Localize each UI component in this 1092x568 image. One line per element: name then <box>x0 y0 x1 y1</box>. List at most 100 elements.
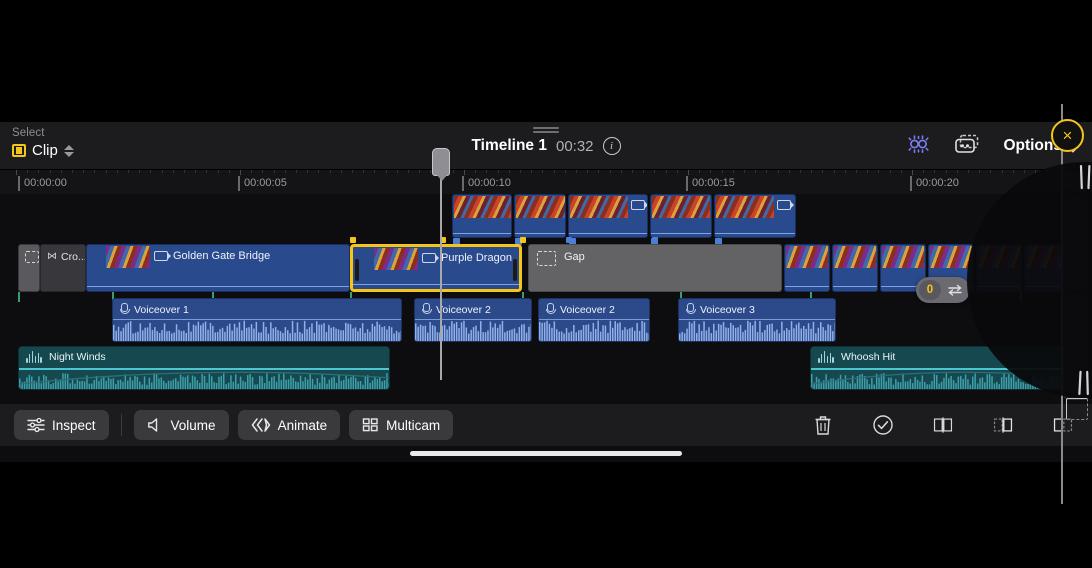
video-camera-icon <box>422 253 436 263</box>
storyline-clip[interactable] <box>976 244 1022 292</box>
swap-arrows-icon[interactable] <box>943 283 967 297</box>
storyline-clip[interactable]: Golden Gate Bridge <box>86 244 350 292</box>
dial-close-button[interactable]: × <box>1051 119 1084 152</box>
clip-audio-line <box>715 233 795 235</box>
storyline-clip-selected[interactable]: Purple Dragon <box>350 244 522 292</box>
connected-clip[interactable]: F <box>714 194 796 238</box>
home-indicator[interactable] <box>410 451 682 456</box>
music-clip[interactable]: Night Winds <box>18 346 390 390</box>
toolbar-button-volume[interactable]: Volume <box>134 410 229 440</box>
toolbar-button-multicam[interactable]: Multicam <box>349 410 453 440</box>
storyline-clip-label: Purple Dragon <box>441 252 512 264</box>
toolbar-button-inspect[interactable]: Inspect <box>14 410 109 440</box>
music-label: Whoosh Hit <box>841 351 895 363</box>
info-icon[interactable]: i <box>603 137 621 155</box>
bottom-toolbar: Inspect Volume Animate Multicam <box>0 404 1092 446</box>
connected-clip[interactable] <box>452 194 512 238</box>
storyline-clip[interactable] <box>832 244 878 292</box>
voiceover-label: Voiceover 2 <box>436 304 491 316</box>
clip-thumbnail <box>786 246 828 268</box>
trim-end-icon[interactable] <box>992 414 1014 436</box>
audio-waveform <box>539 320 649 341</box>
crop-corner-icon[interactable] <box>1066 398 1088 420</box>
voiceover-clip[interactable]: Voiceover 2 <box>414 298 532 342</box>
animate-chevrons-icon <box>251 417 271 433</box>
toolbar-button-label: Multicam <box>386 418 440 433</box>
transition-icon: ⋈ <box>47 251 57 263</box>
storyline-clip[interactable] <box>784 244 830 292</box>
clip-label-group: Purple Dragon <box>422 252 512 264</box>
screen-bottom-bezel <box>0 462 1092 568</box>
voiceover-clip[interactable]: Voiceover 1 <box>112 298 402 342</box>
ruler-label: 00:00:05 <box>238 176 287 191</box>
clip-marker[interactable] <box>652 237 658 243</box>
clip-audio-line <box>833 286 877 288</box>
music-label-group: Whoosh Hit <box>818 351 895 363</box>
clip-thumbnail <box>570 196 628 218</box>
clip-audio-line <box>353 284 519 286</box>
fade-curve <box>811 368 1072 387</box>
voiceover-label-group: Voiceover 2 <box>545 303 615 316</box>
gap-placeholder-icon <box>537 251 556 266</box>
clip-audio-line <box>651 233 711 235</box>
audio-waveform-icon <box>26 351 42 363</box>
connected-clip[interactable]: M <box>650 194 712 238</box>
toolbar-right-icons <box>812 410 1074 440</box>
clip-audio-line <box>453 233 511 235</box>
toolbar-button-label: Volume <box>171 418 216 433</box>
select-label: Select <box>12 127 74 139</box>
select-mode-button[interactable]: Clip <box>12 142 74 159</box>
select-mode-value: Clip <box>32 142 58 159</box>
speaker-icon <box>147 417 164 433</box>
transition-clip[interactable]: ⋈ Cro... <box>40 244 86 292</box>
voiceover-label-group: Voiceover 2 <box>421 303 491 316</box>
ruler-label: 00:00:20 <box>910 176 959 191</box>
clip-marker[interactable] <box>520 237 526 243</box>
right-side-panel[interactable] <box>1064 190 1088 400</box>
enhance-icon[interactable] <box>905 133 931 160</box>
trim-handle-right[interactable] <box>513 259 517 281</box>
clip-thumbnail <box>834 246 876 268</box>
gap-clip[interactable]: Gap <box>528 244 782 292</box>
edit-point-tick <box>1020 292 1022 302</box>
trim-handle-left[interactable] <box>355 259 359 281</box>
audio-waveform <box>679 320 835 341</box>
storyline-edge-clip[interactable] <box>18 244 40 292</box>
timeline-ruler[interactable]: 00:00:0000:00:0500:00:1000:00:1500:00:20 <box>0 170 1092 194</box>
playhead[interactable] <box>440 170 442 380</box>
drag-handle[interactable] <box>533 127 559 134</box>
music-label-group: Night Winds <box>26 351 106 363</box>
trim-start-icon[interactable] <box>932 414 954 436</box>
trash-icon[interactable] <box>812 414 834 436</box>
video-camera-icon <box>631 200 645 210</box>
audio-waveform-icon <box>818 351 834 363</box>
multicam-viewer-icon[interactable] <box>953 133 981 160</box>
playhead-handle[interactable] <box>432 148 450 176</box>
toolbar-button-label: Animate <box>278 418 328 433</box>
voiceover-label-group: Voiceover 1 <box>119 303 189 316</box>
swap-clips-control[interactable]: 0 <box>916 277 970 303</box>
connected-clip[interactable]: Hap <box>568 194 648 238</box>
storyline-clip[interactable] <box>1024 244 1064 292</box>
voiceover-clip[interactable]: Voiceover 2 <box>538 298 650 342</box>
clip-marker[interactable] <box>350 237 356 243</box>
clip-thumbnail <box>882 246 924 268</box>
checkmark-circle-icon[interactable] <box>872 414 894 436</box>
sliders-icon <box>27 417 45 433</box>
voiceover-clip[interactable]: Voiceover 3 <box>678 298 836 342</box>
right-panel-top-tabs[interactable] <box>1064 172 1088 188</box>
viewer-area <box>0 0 1092 122</box>
music-clip[interactable]: Whoosh Hit <box>810 346 1072 390</box>
toolbar-button-animate[interactable]: Animate <box>238 410 341 440</box>
music-label: Night Winds <box>49 351 106 363</box>
placeholder-icon <box>25 251 39 263</box>
clip-thumbnail <box>652 196 710 218</box>
clip-label-group: Hap <box>631 199 648 211</box>
clip-thumbnail <box>716 196 774 218</box>
timeline-body[interactable]: Hap M F ⋈ Cro... Golden Gate Bridge <box>0 194 1092 404</box>
edit-point-tick <box>18 292 20 302</box>
connected-clip[interactable] <box>514 194 566 238</box>
clip-thumbnail <box>930 246 972 268</box>
microphone-icon <box>421 303 430 316</box>
clip-marker[interactable] <box>566 237 572 243</box>
